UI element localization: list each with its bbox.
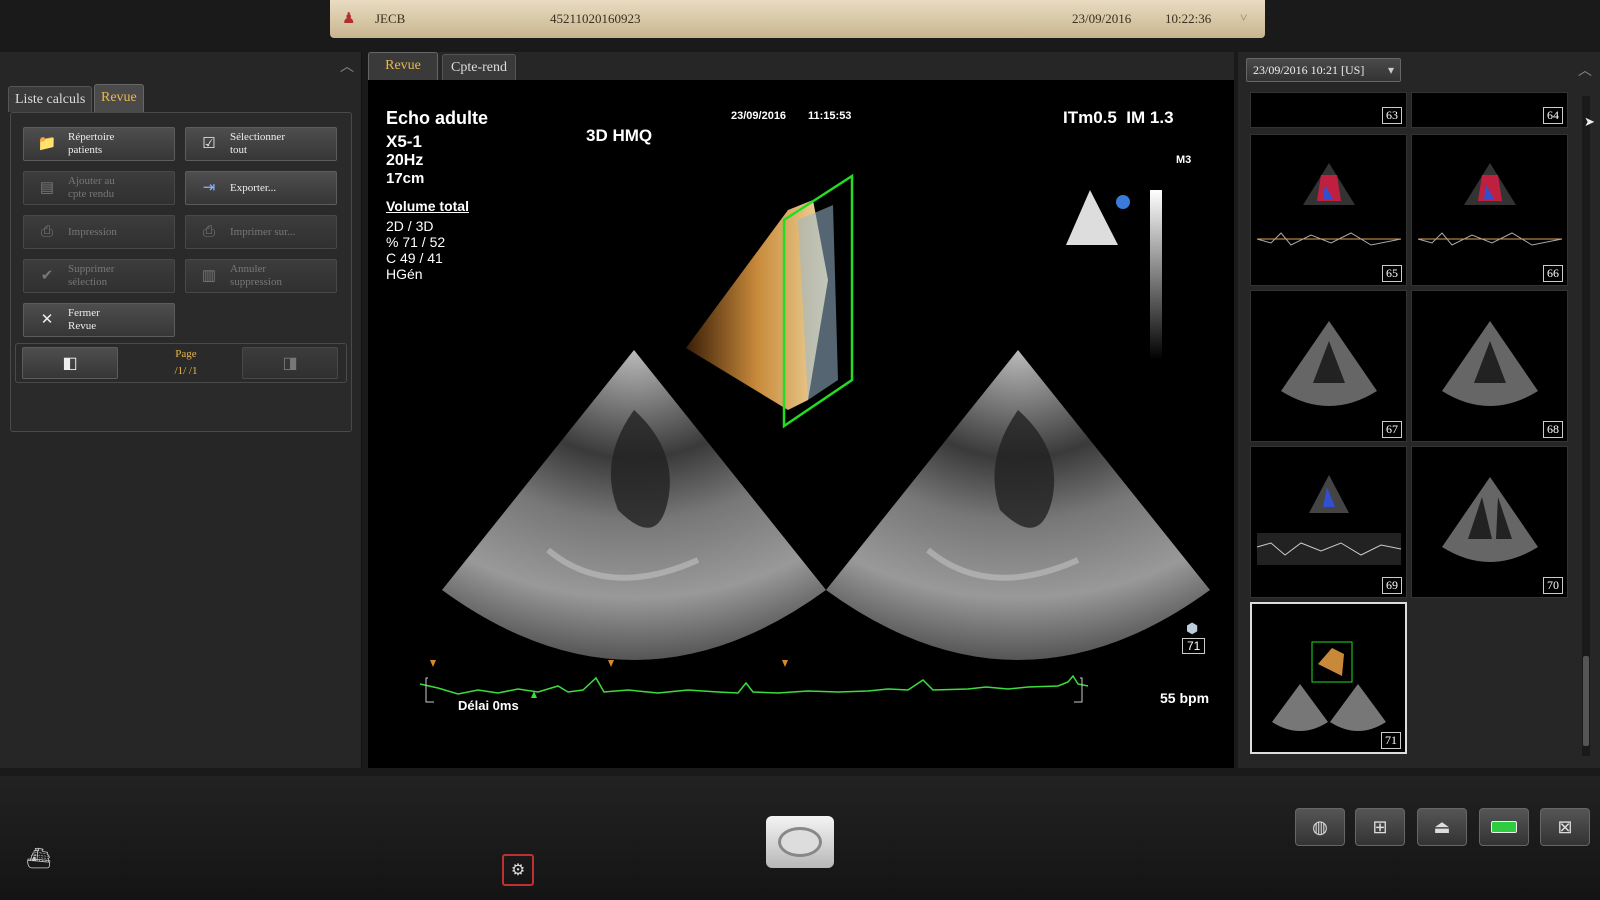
thumbnail-64[interactable]: 64 <box>1411 92 1568 128</box>
disconnect-button[interactable]: ⊠ <box>1540 808 1590 846</box>
tab-liste-calculs[interactable]: Liste calculs <box>8 86 93 112</box>
thumbnail-66[interactable]: 66 <box>1411 134 1568 286</box>
undo-delete-button[interactable]: ▥ Annuler suppression <box>185 259 337 293</box>
export-button[interactable]: ⇥ Exporter... <box>185 171 337 205</box>
probe-icon <box>778 827 822 857</box>
tab-review[interactable]: Revue <box>368 52 438 80</box>
collapse-icon[interactable]: ︿ <box>1578 60 1592 80</box>
center-tabs: Revue Cpte-rend <box>368 52 1234 80</box>
globe-icon: ◍ <box>1312 816 1328 837</box>
page-prev-button[interactable]: ◧ <box>22 347 118 379</box>
exam-type: Echo adulte <box>386 108 489 128</box>
battery-icon <box>1491 821 1517 833</box>
thermal-mechanical-index: ITm0.5 IM 1.3 <box>1063 108 1174 127</box>
network-status-icon[interactable]: ⚙ <box>502 854 534 886</box>
tab-report[interactable]: Cpte-rend <box>442 54 516 80</box>
patient-info-bar: ♟ JECB 45211020160923 23/09/2016 10:22:3… <box>330 0 1265 38</box>
ship-icon[interactable]: ⛴ <box>26 846 51 871</box>
echo-image <box>419 173 1210 703</box>
header-date: 23/09/2016 <box>1072 11 1132 26</box>
patient-folder-icon: 📁 <box>37 135 57 152</box>
system-bar: ⛴ ⚙ ◍ ⊞ ⏏ ⊠ <box>0 776 1600 900</box>
disconnect-icon: ⊠ <box>1557 816 1573 837</box>
patient-id: 45211020160923 <box>550 11 641 26</box>
print-to-icon: ⎙ <box>202 223 215 240</box>
battery-button[interactable] <box>1479 808 1529 846</box>
mouse-cursor-icon: ➤ <box>1584 114 1595 129</box>
delete-selection-icon: ✔ <box>40 267 54 284</box>
select-all-button[interactable]: ☑ Sélectionner tout <box>185 127 337 161</box>
image-viewer[interactable]: Echo adulte X5-1 20Hz 17cm 3D HMQ 23/09/… <box>368 80 1234 768</box>
chevron-down-icon[interactable]: ˅ <box>1240 10 1247 26</box>
mode-label: 3D HMQ <box>586 126 653 145</box>
export-icon: ⇥ <box>202 179 216 196</box>
probe-name: X5-1 <box>386 132 422 151</box>
frame-rate: 20Hz <box>386 152 424 169</box>
map-label: M3 <box>1176 154 1192 166</box>
delete-selection-button[interactable]: ✔ Supprimer sélection <box>23 259 175 293</box>
delay-label: Délai 0ms <box>458 698 519 713</box>
scrollbar[interactable] <box>1582 96 1590 756</box>
left-panel: ︿ Liste calculs Revue 📁 Répertoire patie… <box>0 52 362 768</box>
volume-values: 2D / 3D % 71 / 52 C 49 / 41 HGén <box>386 218 446 282</box>
add-report-icon: ▤ <box>39 179 55 196</box>
close-icon: ✕ <box>40 311 54 328</box>
network-button[interactable]: ⊞ <box>1355 808 1405 846</box>
patient-name: JECB <box>375 11 406 26</box>
thumbnail-63[interactable]: 63 <box>1250 92 1407 128</box>
thumbnail-65[interactable]: 65 <box>1250 134 1407 286</box>
image-date: 23/09/2016 <box>731 110 787 122</box>
cube-icon: ⬢ <box>1186 620 1199 636</box>
page-next-icon: ◨ <box>282 354 298 372</box>
patient-directory-button[interactable]: 📁 Répertoire patients <box>23 127 175 161</box>
select-all-icon: ☑ <box>202 135 216 152</box>
print-to-button[interactable]: ⎙ Imprimer sur... <box>185 215 337 249</box>
globe-button[interactable]: ◍ <box>1295 808 1345 846</box>
close-review-button[interactable]: ✕ Fermer Revue <box>23 303 175 337</box>
thumbnail-panel: 23/09/2016 10:21 [US] ▾ ︿ ➤ 63 64 65 66 … <box>1238 52 1600 768</box>
ecg-trace <box>419 674 1089 695</box>
review-button-group: 📁 Répertoire patients ☑ Sélectionner tou… <box>10 112 352 432</box>
heart-rate: 55 bpm <box>1160 690 1210 706</box>
printer-icon: ⎙ <box>40 223 53 240</box>
probe-button[interactable] <box>766 816 834 868</box>
eject-button[interactable]: ⏏ <box>1417 808 1467 846</box>
dropdown-arrow-icon: ▾ <box>1387 63 1394 77</box>
patient-icon: ♟ <box>342 11 356 27</box>
undo-delete-icon: ▥ <box>201 267 217 284</box>
volume-title: Volume total <box>386 198 469 214</box>
study-selector[interactable]: 23/09/2016 10:21 [US] ▾ <box>1246 58 1401 82</box>
scrollbar-thumb[interactable] <box>1583 656 1589 746</box>
thumbnail-71-selected[interactable]: 71 <box>1250 602 1407 754</box>
add-to-report-button[interactable]: ▤ Ajouter au cpte rendu <box>23 171 175 205</box>
probe-orientation-icon <box>1066 190 1118 245</box>
page-next-button[interactable]: ◨ <box>242 347 338 379</box>
tab-revue[interactable]: Revue <box>94 84 144 112</box>
network-icon: ⊞ <box>1372 816 1388 837</box>
print-button[interactable]: ⎙ Impression <box>23 215 175 249</box>
image-time: 11:15:53 <box>808 110 852 122</box>
page-prev-icon: ◧ <box>62 354 78 372</box>
page-indicator: Page /1/ /1 <box>174 348 198 377</box>
eject-icon: ⏏ <box>1433 816 1451 837</box>
image-number-badge: 71 <box>1182 638 1206 654</box>
collapse-icon[interactable]: ︿ <box>340 56 354 76</box>
depth: 17cm <box>386 170 425 187</box>
pager: ◧ Page /1/ /1 ◨ <box>15 343 347 383</box>
thumbnail-67[interactable]: 67 <box>1250 290 1407 442</box>
header-time: 10:22:36 <box>1165 11 1212 26</box>
gray-scale-bar <box>1150 190 1162 360</box>
thumbnail-68[interactable]: 68 <box>1411 290 1568 442</box>
thumbnail-69[interactable]: 69 <box>1250 446 1407 598</box>
thumbnail-70[interactable]: 70 <box>1411 446 1568 598</box>
